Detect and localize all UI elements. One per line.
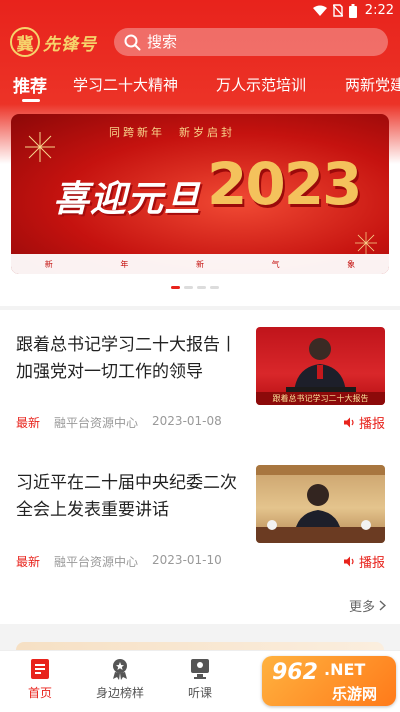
lecture-icon <box>191 659 209 679</box>
status-time: 2:22 <box>364 3 394 18</box>
news-title[interactable]: 习近平在二十届中央纪委二次全会上发表重要讲话 <box>16 470 244 524</box>
banner-carousel[interactable]: 同跨新年 新岁启封 喜迎元旦 2023 新 年 新 气 象 <box>11 114 389 274</box>
banner-main-text: 喜迎元旦 <box>53 178 202 220</box>
news-source: 融平台资源中心 <box>54 416 139 430</box>
ribbon-char: 新 <box>195 259 204 269</box>
home-icon <box>31 659 49 679</box>
tab-study-20th[interactable]: 学习二十大精神 <box>73 74 178 95</box>
ribbon-char: 新 <box>44 259 53 269</box>
more-link[interactable]: 更多 <box>349 596 386 615</box>
site-watermark: 962 .NET 乐游网 <box>262 656 396 706</box>
search-input[interactable] <box>147 33 367 51</box>
banner-year: 2023 <box>207 150 362 218</box>
play-button[interactable]: 播报 <box>343 413 385 432</box>
play-button[interactable]: 播报 <box>343 552 385 571</box>
carousel-dots <box>171 286 219 289</box>
news-thumbnail[interactable] <box>256 465 385 543</box>
thumb-caption: 跟着总书记学习二十大报告 <box>256 392 385 405</box>
news-title[interactable]: 跟着总书记学习二十大报告丨加强党对一切工作的领导 <box>16 332 244 386</box>
carousel-dot[interactable] <box>210 286 219 289</box>
news-date: 2023-01-08 <box>152 414 222 428</box>
nav-lecture[interactable]: 听课 <box>170 657 230 701</box>
battery-icon <box>348 3 357 18</box>
no-sim-icon <box>332 4 343 17</box>
ribbon-char: 气 <box>271 259 280 269</box>
ribbon-char: 象 <box>347 259 356 269</box>
search-bar[interactable] <box>114 28 388 56</box>
news-source: 融平台资源中心 <box>54 555 139 569</box>
new-tag: 最新 <box>16 416 41 430</box>
nav-label: 身边榜样 <box>95 686 144 700</box>
play-label: 播报 <box>358 417 385 432</box>
more-label: 更多 <box>348 600 375 615</box>
nav-label: 首页 <box>27 686 52 700</box>
speaker-icon <box>343 556 354 567</box>
carousel-dot[interactable] <box>197 286 206 289</box>
speaker-photo <box>256 465 385 543</box>
firework-decoration <box>25 132 55 162</box>
tab-party-building[interactable]: 两新党建 <box>345 74 400 95</box>
logo-text: 先锋号 <box>43 34 97 55</box>
watermark-site-name: 乐游网 <box>332 685 378 703</box>
news-item[interactable]: 习近平在二十届中央纪委二次全会上发表重要讲话 最新 融平台资源中心 2023-0… <box>0 450 400 590</box>
chevron-right-icon <box>379 600 386 611</box>
medal-icon <box>113 659 127 680</box>
carousel-dot[interactable] <box>171 286 180 289</box>
speaker-icon <box>343 417 354 428</box>
news-meta: 最新 融平台资源中心 2023-01-08 <box>16 414 386 431</box>
app-logo: 冀 先锋号 <box>10 24 97 60</box>
nav-role-models[interactable]: 身边榜样 <box>90 657 150 701</box>
wifi-icon <box>312 5 327 16</box>
search-icon <box>124 34 141 50</box>
news-list: 跟着总书记学习二十大报告丨加强党对一切工作的领导 跟着总书记学习二十大报告 最新… <box>0 310 400 624</box>
play-label: 播报 <box>358 556 385 571</box>
logo-badge: 冀 <box>10 27 40 57</box>
ribbon-char: 年 <box>120 259 129 269</box>
app-header: 2:22 冀 先锋号 推荐 学习二十大精神 万人示范培训 两新党建 <box>0 0 400 104</box>
tab-recommend[interactable]: 推荐 <box>13 72 47 97</box>
category-tabs: 推荐 学习二十大精神 万人示范培训 两新党建 <box>0 68 400 104</box>
news-meta: 最新 融平台资源中心 2023-01-10 <box>16 553 386 570</box>
nav-home[interactable]: 首页 <box>10 657 70 701</box>
news-thumbnail[interactable]: 跟着总书记学习二十大报告 <box>256 327 385 405</box>
banner-ribbon: 新 年 新 气 象 <box>11 254 389 274</box>
tab-training[interactable]: 万人示范培训 <box>216 74 306 95</box>
watermark-number: 962 <box>272 660 318 685</box>
watermark-net: .NET <box>324 660 366 679</box>
nav-label: 听课 <box>187 686 212 700</box>
new-tag: 最新 <box>16 555 41 569</box>
firework-decoration <box>355 232 377 254</box>
banner-subtitle: 同跨新年 新岁启封 <box>109 126 235 139</box>
carousel-dot[interactable] <box>184 286 193 289</box>
news-item[interactable]: 跟着总书记学习二十大报告丨加强党对一切工作的领导 跟着总书记学习二十大报告 最新… <box>0 310 400 450</box>
tab-indicator <box>22 99 40 102</box>
news-date: 2023-01-10 <box>152 553 222 567</box>
status-bar: 2:22 <box>0 0 400 22</box>
banner-area: 同跨新年 新岁启封 喜迎元旦 2023 新 年 新 气 象 <box>0 104 400 306</box>
